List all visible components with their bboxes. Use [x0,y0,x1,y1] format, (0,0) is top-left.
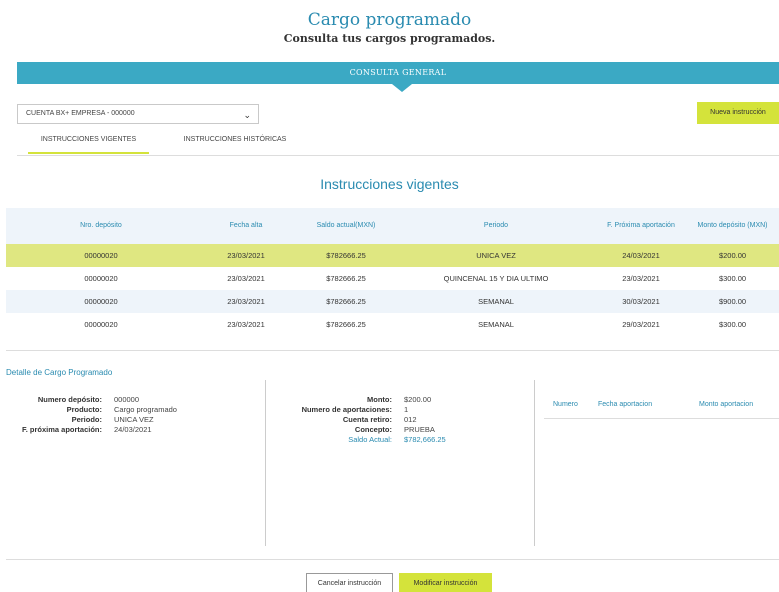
chevron-down-icon: ⌄ [243,110,251,120]
cell-deposito: 00000020 [84,320,118,329]
col-header-saldo[interactable]: Saldo actual(MXN) [296,221,396,231]
cell-saldo: $782666.25 [326,320,366,329]
detail-label: Periodo: [71,415,102,424]
col-header-monto[interactable]: Monto depósito (MXN) [686,221,779,231]
cell-fecha-alta: 23/03/2021 [227,297,265,306]
detail-label: Numero depósito: [37,395,102,404]
detail-label: F. próxima aportación: [21,425,102,434]
cell-deposito: 00000020 [84,297,118,306]
cell-saldo: $782666.25 [326,274,366,283]
detail-label: Concepto: [354,425,392,434]
page-title: Cargo programado [307,10,472,30]
detail-label: Producto: [66,405,102,414]
divider [6,350,779,351]
detail-value: 24/03/2021 [114,425,152,434]
detail-left-panel: Numero depósito: Producto: Periodo: F. p… [6,395,177,435]
table-row[interactable]: 00000020 23/03/2021 $782666.25 SEMANAL 2… [6,313,779,336]
aportaciones-divider [544,418,779,419]
account-select[interactable]: CUENTA BX+ EMPRESA - 000000 ⌄ [17,104,259,124]
table-row[interactable]: 00000020 23/03/2021 $782666.25 UNICA VEZ… [6,244,779,267]
cell-deposito: 00000020 [84,274,118,283]
cell-fecha-alta: 23/03/2021 [227,251,265,260]
detail-value: UNICA VEZ [114,415,154,424]
saldo-actual-link[interactable]: Saldo Actual: [270,435,392,445]
saldo-actual-value: $782,666.25 [404,435,446,444]
detail-value: $200.00 [404,395,432,404]
cell-proxima: 24/03/2021 [622,251,660,260]
detail-value: 1 [404,405,409,414]
tab-instrucciones-vigentes[interactable]: INSTRUCCIONES VIGENTES [28,134,149,154]
consulta-general-banner: CONSULTA GENERAL [17,62,779,84]
table-row[interactable]: 00000020 23/03/2021 $782666.25 SEMANAL 3… [6,290,779,313]
tabs-divider [17,155,779,156]
col-header-deposito[interactable]: Nro. depósito [6,221,196,231]
aportaciones-col-numero: Numero [553,401,578,408]
cell-proxima: 23/03/2021 [622,274,660,283]
col-header-proxima[interactable]: F. Próxima aportación [596,221,686,231]
cell-monto: $300.00 [718,320,747,329]
cell-deposito: 00000020 [84,251,118,260]
detail-label: Monto: [367,395,392,404]
table-row[interactable]: 00000020 23/03/2021 $782666.25 QUINCENAL… [6,267,779,290]
cell-periodo: UNICA VEZ [476,251,516,260]
cell-saldo: $782666.25 [326,297,366,306]
page-subtitle: Consulta tus cargos programados. [283,32,496,45]
modify-instruction-button[interactable]: Modificar instrucción [399,573,492,592]
cell-saldo: $782666.25 [326,251,366,260]
col-header-fecha-alta[interactable]: Fecha alta [196,221,296,231]
banner-pointer [392,84,412,92]
section-title: Instrucciones vigentes [320,176,459,192]
instructions-table: Nro. depósito Fecha alta Saldo actual(MX… [6,208,779,336]
cell-monto: $900.00 [718,297,747,306]
aportaciones-col-monto: Monto aportacion [699,401,754,408]
cell-proxima: 30/03/2021 [622,297,660,306]
detail-middle-panel: Monto: Numero de aportaciones: Cuenta re… [270,395,446,445]
new-instruction-button[interactable]: Nueva instrucción [697,102,779,124]
cancel-instruction-button[interactable]: Cancelar instrucción [306,573,393,592]
table-header: Nro. depósito Fecha alta Saldo actual(MX… [6,208,779,244]
tab-instrucciones-historicas[interactable]: INSTRUCCIONES HISTÓRICAS [170,134,300,154]
detail-value: PRUEBA [404,425,435,434]
footer-divider [6,559,779,560]
detail-value: Cargo programado [114,405,177,414]
detail-label: Cuenta retiro: [342,415,392,424]
detail-title: Detalle de Cargo Programado [6,368,113,377]
cell-periodo: QUINCENAL 15 Y DIA ULTIMO [443,274,549,283]
account-select-value: CUENTA BX+ EMPRESA - 000000 [26,110,135,117]
cell-proxima: 29/03/2021 [622,320,660,329]
col-header-periodo[interactable]: Periodo [396,221,596,231]
cell-periodo: SEMANAL [478,297,514,306]
cell-monto: $200.00 [718,251,747,260]
cell-monto: $300.00 [718,274,747,283]
detail-divider [534,380,535,546]
cell-fecha-alta: 23/03/2021 [227,274,265,283]
detail-label: Numero de aportaciones: [301,405,392,414]
aportaciones-col-fecha: Fecha aportacion [598,401,653,408]
cell-fecha-alta: 23/03/2021 [227,320,265,329]
detail-value: 012 [404,415,417,424]
cell-periodo: SEMANAL [478,320,514,329]
detail-value: 000000 [114,395,140,404]
detail-divider [265,380,266,546]
